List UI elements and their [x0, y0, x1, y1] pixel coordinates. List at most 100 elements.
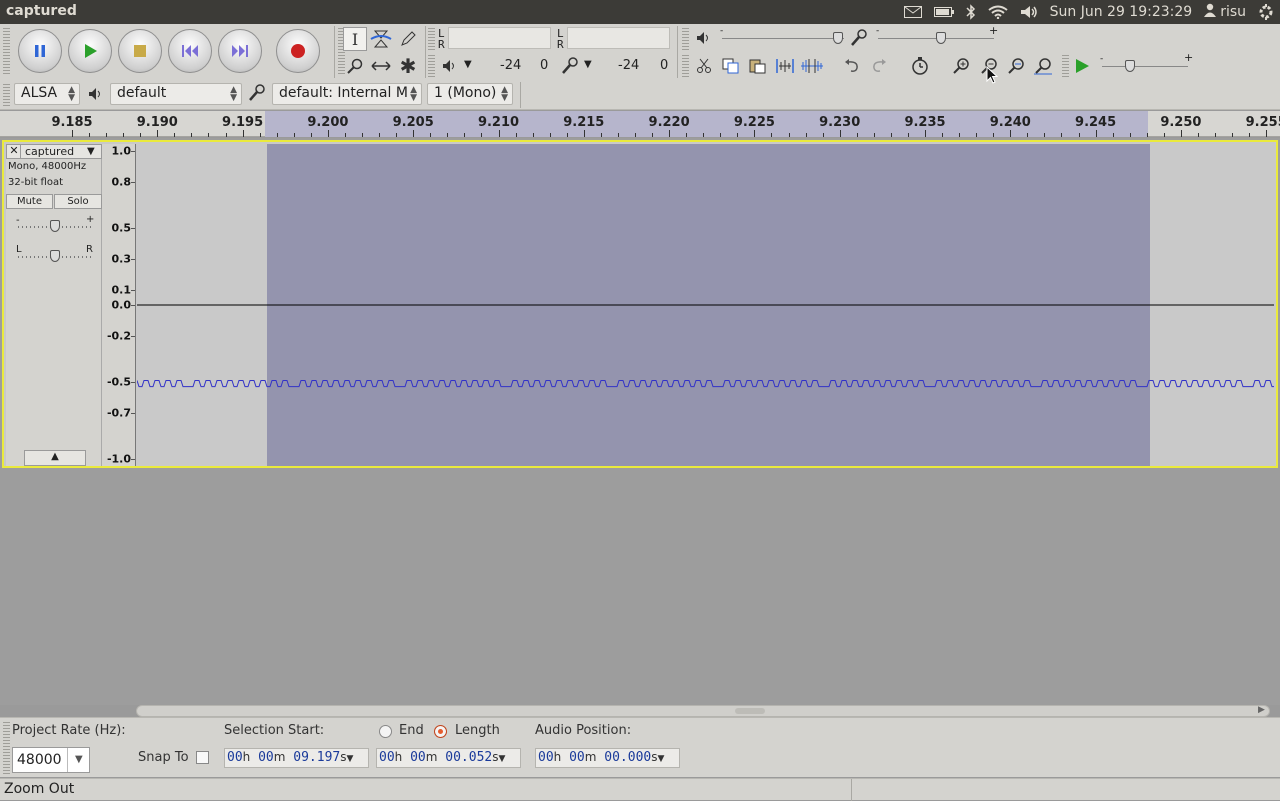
- envelope-tool[interactable]: [369, 27, 393, 51]
- vertical-amplitude-ruler[interactable]: 1.0 0.8 0.5 0.3 0.1 0.0 -0.2 -0.5 -0.7 -1.0: [102, 144, 136, 466]
- stop-button[interactable]: [118, 29, 162, 73]
- track-close-icon[interactable]: ✕: [8, 144, 21, 158]
- user-menu[interactable]: risu: [1198, 0, 1252, 24]
- user-icon: [1204, 3, 1217, 21]
- playback-meter-dropdown-arrow[interactable]: ▼: [464, 59, 472, 70]
- fit-project-button[interactable]: [1031, 54, 1055, 78]
- ruler-tick-mark: [583, 130, 585, 137]
- project-rate-combo[interactable]: 48000 ▼: [12, 747, 90, 773]
- audio-host-select[interactable]: ALSA ▲ ▼: [14, 83, 80, 105]
- playback-meter[interactable]: [448, 27, 551, 49]
- record-button[interactable]: [276, 29, 320, 73]
- gear-icon[interactable]: [1252, 0, 1280, 24]
- chevron-down-icon[interactable]: ▼: [347, 754, 354, 764]
- time-shift-tool[interactable]: [369, 54, 393, 78]
- pause-button[interactable]: [18, 29, 62, 73]
- audio-track[interactable]: ✕ captured ▼ Mono, 48000Hz 32-bit float …: [2, 140, 1278, 468]
- gain-min: -: [16, 215, 20, 226]
- length-radio[interactable]: [434, 725, 447, 738]
- undo-button[interactable]: [840, 54, 864, 78]
- hours-unit: h: [394, 750, 403, 764]
- ruler-tick-mark: [686, 133, 688, 137]
- volume-icon[interactable]: [1014, 0, 1044, 24]
- ruler-tick-mark: [310, 133, 312, 137]
- toolbar-grip[interactable]: [1062, 55, 1069, 77]
- multi-tool[interactable]: ✱: [396, 54, 420, 78]
- output-device-select[interactable]: default ▲ ▼: [110, 83, 242, 105]
- audio-position-field[interactable]: 00h 00m 00.000s▼: [535, 748, 680, 768]
- redo-button[interactable]: [867, 54, 891, 78]
- toolbar-grip[interactable]: [428, 28, 435, 50]
- ruler-tick-label: 9.195: [222, 115, 264, 130]
- output-volume-slider[interactable]: [833, 32, 843, 44]
- battery-icon[interactable]: [928, 0, 960, 24]
- pan-slider[interactable]: [50, 250, 60, 262]
- play-speed-min: -: [1100, 54, 1104, 64]
- chevron-down-icon[interactable]: ▼: [658, 754, 665, 764]
- horizontal-scrollbar[interactable]: [136, 705, 1270, 717]
- selection-tool[interactable]: I: [343, 27, 367, 51]
- waveform-view[interactable]: [137, 144, 1274, 466]
- bluetooth-icon[interactable]: [960, 0, 982, 24]
- track-name-bar[interactable]: ✕ captured ▼: [6, 144, 102, 159]
- chevron-up-icon: ▲: [51, 451, 59, 462]
- ruler-tick-mark: [669, 130, 671, 137]
- timeline-ruler[interactable]: 9.185 9.190 9.195 9.200 9.205 9.210 9.215 9.220…: [0, 111, 1280, 137]
- cut-button[interactable]: [692, 54, 716, 78]
- silence-button[interactable]: [800, 54, 824, 78]
- skip-to-start-button[interactable]: [168, 29, 212, 73]
- input-channels-select[interactable]: 1 (Mono) ▲ ▼: [427, 83, 513, 105]
- amplitude-tick: [131, 151, 135, 152]
- mute-button[interactable]: Mute: [6, 194, 53, 209]
- skip-end-icon: [232, 45, 248, 57]
- toolbar-grip[interactable]: [682, 55, 689, 77]
- play-speed-slider[interactable]: [1125, 60, 1135, 72]
- chevron-down-icon[interactable]: ▼: [499, 754, 506, 764]
- solo-button[interactable]: Solo: [54, 194, 102, 209]
- sync-lock-button[interactable]: [908, 54, 932, 78]
- selection-length-field[interactable]: 00h 00m 00.052s▼: [376, 748, 521, 768]
- amplitude-tick: [131, 335, 135, 337]
- toolbar-grip[interactable]: [3, 28, 10, 76]
- trim-button[interactable]: [773, 54, 797, 78]
- mail-icon[interactable]: [898, 0, 928, 24]
- paste-button[interactable]: [746, 54, 770, 78]
- input-device-select[interactable]: default: Internal M ▲ ▼: [272, 83, 422, 105]
- hours-unit: h: [242, 750, 251, 764]
- collapse-track-button[interactable]: ▲: [24, 450, 86, 466]
- clock[interactable]: Sun Jun 29 19:23:29: [1044, 0, 1199, 24]
- separator: [425, 26, 426, 78]
- fit-selection-button[interactable]: [1004, 54, 1028, 78]
- recording-meter[interactable]: [567, 27, 670, 49]
- skip-to-end-button[interactable]: [218, 29, 262, 73]
- toolbar-grip[interactable]: [3, 722, 10, 774]
- ruler-tick-mark: [72, 130, 73, 137]
- track-menu-arrow-icon[interactable]: ▼: [87, 146, 95, 157]
- ruler-tick-mark: [225, 133, 227, 137]
- scroll-right-arrow-icon[interactable]: ▶: [1258, 705, 1265, 715]
- zoom-in-button[interactable]: [949, 54, 973, 78]
- track-area[interactable]: ✕ captured ▼ Mono, 48000Hz 32-bit float …: [0, 138, 1280, 705]
- scrollbar-thumb[interactable]: [735, 708, 765, 714]
- selection-start-field[interactable]: 00h 00m 09.197s▼: [224, 748, 369, 768]
- fit-project-icon: [1034, 58, 1052, 75]
- position-minutes: 00: [569, 750, 585, 765]
- gain-slider[interactable]: [50, 220, 60, 232]
- play-at-speed-button[interactable]: [1070, 54, 1094, 78]
- zoom-tool[interactable]: [343, 54, 367, 78]
- undo-icon: [845, 59, 858, 72]
- toolbar-grip[interactable]: [682, 28, 689, 50]
- end-radio[interactable]: [379, 725, 392, 738]
- amplitude-label: 0.8: [111, 175, 132, 189]
- play-button[interactable]: [68, 29, 112, 73]
- output-volume-track: [722, 38, 844, 39]
- ruler-tick-mark: [805, 133, 807, 137]
- copy-button[interactable]: [719, 54, 743, 78]
- toolbar-grip[interactable]: [428, 55, 435, 77]
- snap-to-checkbox[interactable]: [196, 751, 209, 764]
- wifi-icon[interactable]: [982, 0, 1014, 24]
- draw-tool[interactable]: [396, 27, 420, 51]
- recording-meter-dropdown-arrow[interactable]: ▼: [584, 59, 592, 70]
- toolbar-grip[interactable]: [3, 84, 10, 106]
- input-volume-slider[interactable]: [936, 32, 946, 44]
